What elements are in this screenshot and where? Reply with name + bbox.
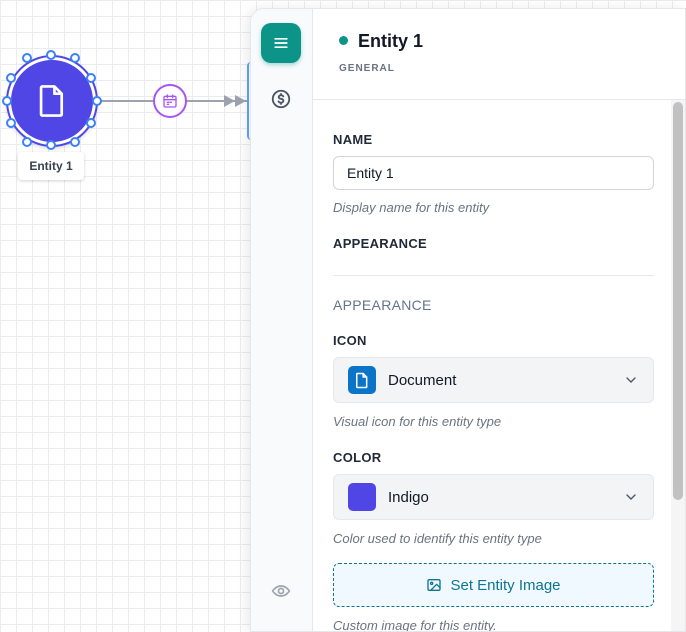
entity-node[interactable] [8,57,96,145]
panel-subtitle: GENERAL [339,63,395,74]
eye-icon [271,585,291,597]
name-input[interactable] [333,156,654,190]
icon-label: ICON [333,333,367,348]
node-handle[interactable] [6,73,16,83]
node-handle[interactable] [70,53,80,63]
set-entity-image-button[interactable]: Set Entity Image [333,563,654,607]
calendar-icon [163,94,177,108]
node-handle[interactable] [70,137,80,147]
icon-swatch [348,366,376,394]
color-help-text: Color used to identify this entity type [333,531,542,546]
node-handle[interactable] [22,137,32,147]
image-help-text: Custom image for this entity. [333,618,497,631]
icon-select-value: Document [388,371,457,389]
color-select[interactable]: Indigo [333,474,654,520]
node-handle[interactable] [46,50,56,60]
edge-schedule-badge[interactable] [153,84,187,118]
name-help-text: Display name for this entity [333,200,490,215]
chevron-down-icon [626,377,636,383]
color-label: COLOR [333,450,382,465]
entity-properties-panel: Entity 1 GENERAL NAME Display name for t… [250,8,686,632]
panel-body[interactable]: NAME Display name for this entity APPEAR… [313,100,685,631]
panel-tab-rail [251,9,313,631]
document-icon [355,372,368,388]
panel-scrollbar[interactable] [671,100,685,631]
section-divider [333,275,654,276]
document-icon [39,85,64,117]
color-swatch [348,483,376,511]
set-entity-image-label: Set Entity Image [450,576,561,594]
icon-help-text: Visual icon for this entity type [333,414,502,429]
dollar-icon [271,89,291,109]
appearance-group-title: APPEARANCE [333,297,432,313]
menu-icon [274,38,288,49]
node-handle[interactable] [86,73,96,83]
icon-select[interactable]: Document [333,357,654,403]
scrollbar-thumb[interactable] [673,102,683,500]
pricing-tab-button[interactable] [261,79,301,119]
image-icon [427,579,442,591]
panel-header: Entity 1 GENERAL [313,9,685,100]
node-handle[interactable] [46,140,56,150]
node-handle[interactable] [22,53,32,63]
node-label: Entity 1 [18,152,84,180]
visibility-toggle-button[interactable] [261,571,301,611]
panel-title: Entity 1 [358,31,424,51]
name-label: NAME [333,132,373,147]
node-handle[interactable] [2,96,12,106]
node-handle[interactable] [6,118,16,128]
node-handle[interactable] [92,96,102,106]
color-select-value: Indigo [388,488,429,506]
appearance-heading: APPEARANCE [333,236,428,251]
chevron-down-icon [626,494,636,500]
status-dot [339,36,348,45]
flow-canvas[interactable]: Entity 1 [0,0,260,632]
node-handle[interactable] [86,118,96,128]
general-tab-button[interactable] [261,23,301,63]
